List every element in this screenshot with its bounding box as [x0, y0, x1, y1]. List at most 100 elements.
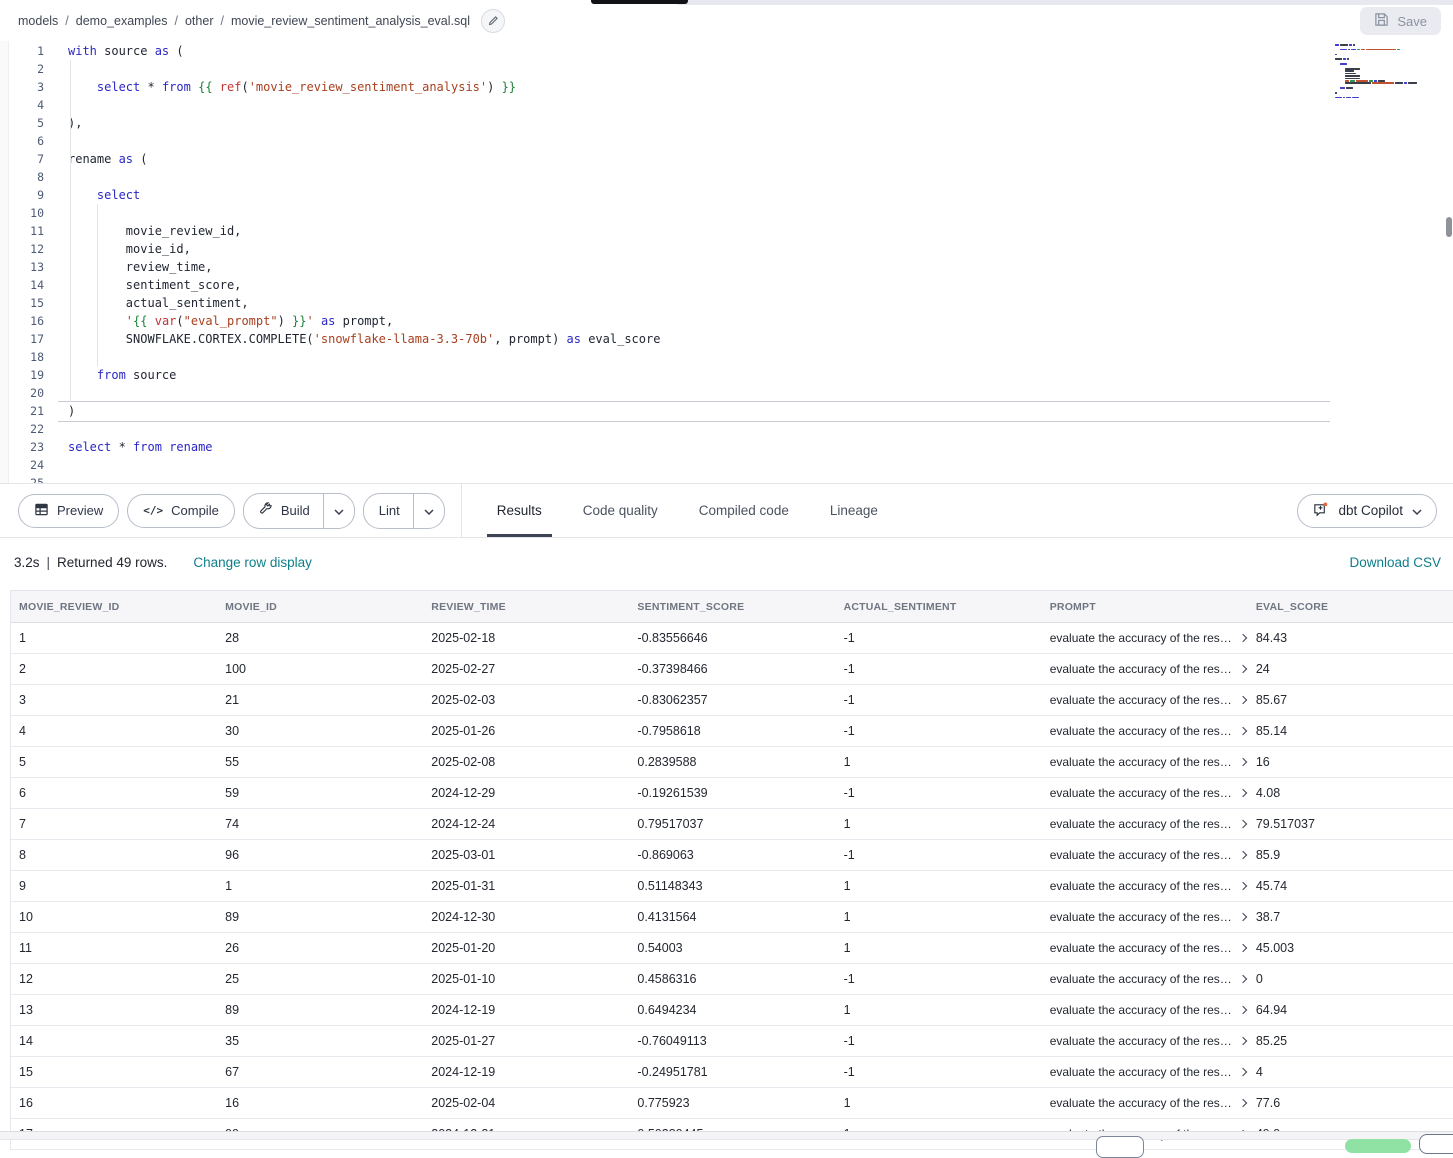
prompt-cell[interactable]: evaluate the accuracy of the res…	[1042, 964, 1248, 995]
code-line[interactable]: 24	[0, 456, 1453, 474]
breadcrumb-item[interactable]: movie_review_sentiment_analysis_eval.sql	[231, 14, 470, 28]
expand-chevron-icon[interactable]	[1239, 634, 1247, 642]
column-header[interactable]: MOVIE_ID	[217, 591, 423, 623]
expand-chevron-icon[interactable]	[1239, 789, 1247, 797]
expand-chevron-icon[interactable]	[1239, 696, 1247, 704]
code-line[interactable]: 10	[0, 204, 1453, 222]
prompt-cell[interactable]: evaluate the accuracy of the res…	[1042, 778, 1248, 809]
tab-results[interactable]: Results	[495, 484, 544, 537]
prompt-cell[interactable]: evaluate the accuracy of the res…	[1042, 809, 1248, 840]
code-line[interactable]: 17 SNOWFLAKE.CORTEX.COMPLETE('snowflake-…	[0, 330, 1453, 348]
table-row[interactable]: 10892024-12-300.41315641evaluate the acc…	[11, 902, 1453, 933]
code-line[interactable]: 16 '{{ var("eval_prompt") }}' as prompt,	[0, 312, 1453, 330]
tab-lineage[interactable]: Lineage	[828, 484, 880, 537]
lint-dropdown-toggle[interactable]	[413, 494, 444, 528]
breadcrumb-item[interactable]: demo_examples	[76, 14, 168, 28]
code-line[interactable]: 12 movie_id,	[0, 240, 1453, 258]
expand-chevron-icon[interactable]	[1239, 820, 1247, 828]
prompt-cell[interactable]: evaluate the accuracy of the res…	[1042, 1057, 1248, 1088]
tab-compiled-code[interactable]: Compiled code	[697, 484, 791, 537]
lint-button[interactable]: Lint	[364, 494, 413, 528]
expand-chevron-icon[interactable]	[1239, 1006, 1247, 1014]
prompt-cell[interactable]: evaluate the accuracy of the res…	[1042, 995, 1248, 1026]
column-header[interactable]: SENTIMENT_SCORE	[629, 591, 835, 623]
expand-chevron-icon[interactable]	[1239, 944, 1247, 952]
code-line[interactable]: 8	[0, 168, 1453, 186]
table-row[interactable]: 12252025-01-100.4586316-1evaluate the ac…	[11, 964, 1453, 995]
table-row[interactable]: 13892024-12-190.64942341evaluate the acc…	[11, 995, 1453, 1026]
code-line[interactable]: 1with source as (	[0, 42, 1453, 60]
table-row[interactable]: 8962025-03-01-0.869063-1evaluate the acc…	[11, 840, 1453, 871]
code-line[interactable]: 11 movie_review_id,	[0, 222, 1453, 240]
prompt-cell[interactable]: evaluate the accuracy of the res…	[1042, 1088, 1248, 1119]
partial-green-pill-button[interactable]	[1345, 1139, 1411, 1153]
table-row[interactable]: 912025-01-310.511483431evaluate the accu…	[11, 871, 1453, 902]
prompt-cell[interactable]: evaluate the accuracy of the res…	[1042, 1026, 1248, 1057]
code-line[interactable]: 6	[0, 132, 1453, 150]
partial-bottom-button[interactable]	[1096, 1136, 1144, 1158]
editor-minimap[interactable]	[1335, 44, 1433, 102]
code-line[interactable]: 15 actual_sentiment,	[0, 294, 1453, 312]
expand-chevron-icon[interactable]	[1239, 1037, 1247, 1045]
column-header[interactable]: ACTUAL_SENTIMENT	[836, 591, 1042, 623]
tab-code-quality[interactable]: Code quality	[581, 484, 660, 537]
expand-chevron-icon[interactable]	[1239, 727, 1247, 735]
prompt-cell[interactable]: evaluate the accuracy of the res…	[1042, 747, 1248, 778]
code-line[interactable]: 9 select	[0, 186, 1453, 204]
column-header[interactable]: REVIEW_TIME	[423, 591, 629, 623]
editor-scrollbar[interactable]	[1446, 217, 1452, 237]
code-line[interactable]: 18	[0, 348, 1453, 366]
partial-bottom-button[interactable]	[1419, 1134, 1453, 1154]
code-line[interactable]: 2	[0, 60, 1453, 78]
code-line[interactable]: 4	[0, 96, 1453, 114]
prompt-cell[interactable]: evaluate the accuracy of the res…	[1042, 685, 1248, 716]
expand-chevron-icon[interactable]	[1239, 1099, 1247, 1107]
code-line[interactable]: 20	[0, 384, 1453, 402]
breadcrumb-item[interactable]: other	[185, 14, 214, 28]
code-line[interactable]: 14 sentiment_score,	[0, 276, 1453, 294]
file-edit-icon[interactable]	[481, 9, 505, 33]
prompt-cell[interactable]: evaluate the accuracy of the res…	[1042, 716, 1248, 747]
code-line[interactable]: 25	[0, 474, 1453, 483]
table-row[interactable]: 21002025-02-27-0.37398466-1evaluate the …	[11, 654, 1453, 685]
horizontal-scrollbar-track[interactable]	[0, 1131, 1453, 1140]
table-row[interactable]: 15672024-12-19-0.24951781-1evaluate the …	[11, 1057, 1453, 1088]
expand-chevron-icon[interactable]	[1239, 758, 1247, 766]
prompt-cell[interactable]: evaluate the accuracy of the res…	[1042, 871, 1248, 902]
prompt-cell[interactable]: evaluate the accuracy of the res…	[1042, 654, 1248, 685]
table-row[interactable]: 16162025-02-040.7759231evaluate the accu…	[11, 1088, 1453, 1119]
table-row[interactable]: 3212025-02-03-0.83062357-1evaluate the a…	[11, 685, 1453, 716]
download-csv-link[interactable]: Download CSV	[1349, 555, 1441, 570]
code-line[interactable]: 19 from source	[0, 366, 1453, 384]
table-row[interactable]: 11262025-01-200.540031evaluate the accur…	[11, 933, 1453, 964]
code-line[interactable]: 13 review_time,	[0, 258, 1453, 276]
code-editor[interactable]: 1with source as (23 select * from {{ ref…	[0, 41, 1453, 483]
change-row-display-link[interactable]: Change row display	[193, 555, 312, 570]
prompt-cell[interactable]: evaluate the accuracy of the res…	[1042, 840, 1248, 871]
dbt-copilot-button[interactable]: dbt Copilot	[1297, 494, 1437, 528]
expand-chevron-icon[interactable]	[1239, 975, 1247, 983]
column-header[interactable]: EVAL_SCORE	[1248, 591, 1453, 623]
prompt-cell[interactable]: evaluate the accuracy of the res…	[1042, 623, 1248, 654]
code-line[interactable]: 22	[0, 420, 1453, 438]
table-row[interactable]: 1282025-02-18-0.83556646-1evaluate the a…	[11, 623, 1453, 654]
prompt-cell[interactable]: evaluate the accuracy of the res…	[1042, 902, 1248, 933]
table-row[interactable]: 5552025-02-080.28395881evaluate the accu…	[11, 747, 1453, 778]
compile-button[interactable]: </> Compile	[127, 494, 235, 528]
build-button[interactable]: Build	[244, 494, 323, 528]
expand-chevron-icon[interactable]	[1239, 665, 1247, 673]
table-row[interactable]: 14352025-01-27-0.76049113-1evaluate the …	[11, 1026, 1453, 1057]
code-line[interactable]: 5),	[0, 114, 1453, 132]
preview-button[interactable]: Preview	[18, 494, 119, 528]
prompt-cell[interactable]: evaluate the accuracy of the res…	[1042, 933, 1248, 964]
column-header[interactable]: MOVIE_REVIEW_ID	[11, 591, 217, 623]
column-header[interactable]: PROMPT	[1042, 591, 1248, 623]
table-row[interactable]: 4302025-01-26-0.7958618-1evaluate the ac…	[11, 716, 1453, 747]
code-line[interactable]: 23select * from rename	[0, 438, 1453, 456]
table-row[interactable]: 6592024-12-29-0.19261539-1evaluate the a…	[11, 778, 1453, 809]
save-button[interactable]: Save	[1360, 7, 1441, 35]
code-line[interactable]: 3 select * from {{ ref('movie_review_sen…	[0, 78, 1453, 96]
build-dropdown-toggle[interactable]	[323, 494, 354, 528]
expand-chevron-icon[interactable]	[1239, 913, 1247, 921]
expand-chevron-icon[interactable]	[1239, 1068, 1247, 1076]
